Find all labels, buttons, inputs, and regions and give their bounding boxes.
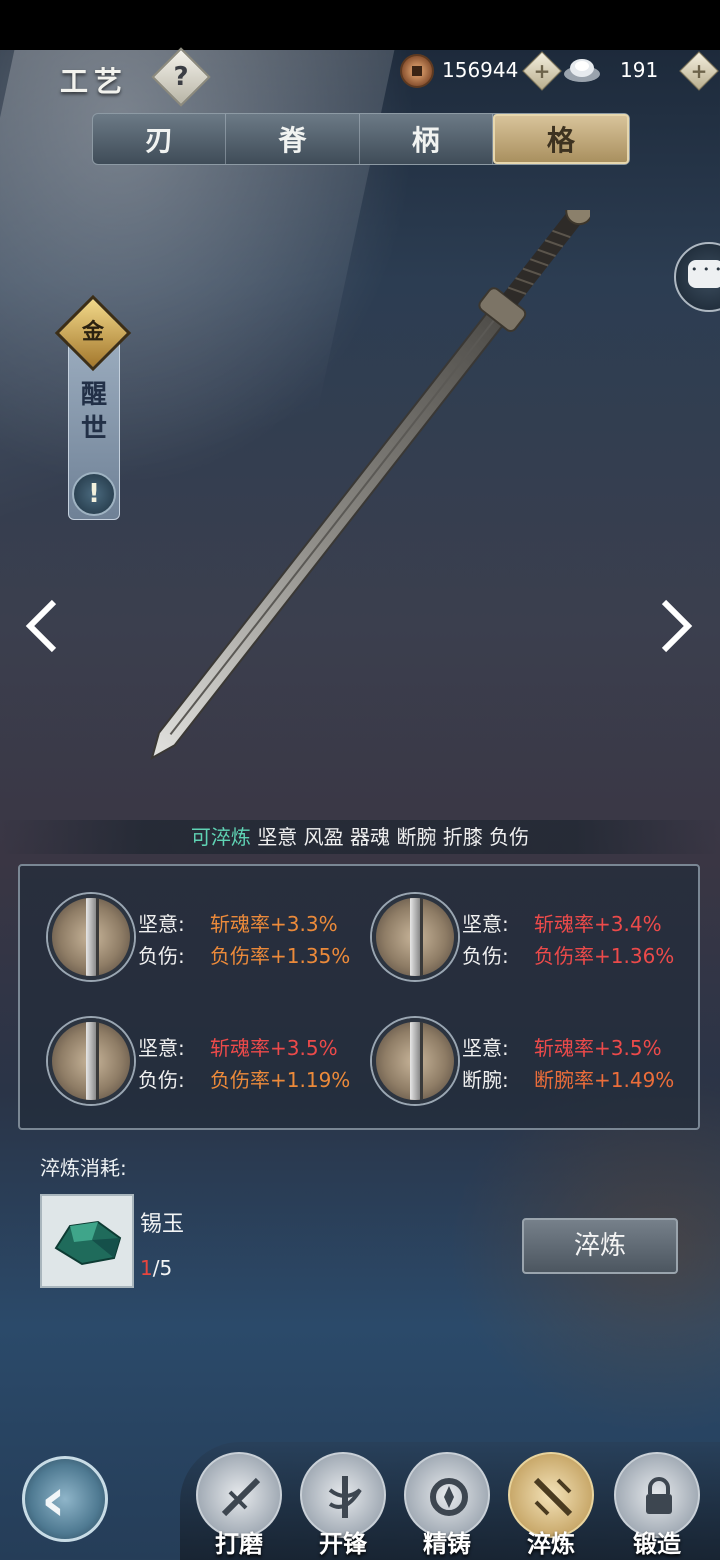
plus-icon: + (690, 59, 708, 83)
cost-label: 淬炼消耗: (40, 1156, 127, 1180)
material-have: 1 (140, 1256, 153, 1280)
stat-value: 负伤率+1.35% (210, 944, 351, 968)
nav-temper[interactable]: 淬炼 (506, 1452, 596, 1560)
chevron-left-icon (25, 599, 57, 653)
option-line: 坚意: 斩魂率+3.5% (138, 1032, 338, 1061)
refinable-label: 可淬炼 (190, 825, 251, 849)
option-card[interactable]: 坚意: 斩魂率+3.5% 断腕: 断腕率+1.49% (346, 1002, 674, 1108)
material-name: 锡玉 (140, 1212, 185, 1237)
stat-value: 负伤率+1.36% (534, 944, 675, 968)
option-line: 负伤: 负伤率+1.36% (462, 940, 674, 969)
add-silver-button[interactable]: + (679, 51, 719, 91)
nav-sharpen[interactable]: 开锋 (298, 1452, 388, 1560)
nav-label: 精铸 (423, 1530, 471, 1558)
status-bar (0, 0, 720, 50)
help-button[interactable]: ? (151, 47, 211, 107)
stat-value: 断腕率+1.49% (534, 1068, 675, 1092)
material-slot[interactable] (40, 1194, 134, 1288)
sword-model (150, 210, 590, 761)
question-icon: ? (173, 62, 189, 92)
stat-value: 斩魂率+3.5% (210, 1036, 338, 1060)
option-icon (48, 1018, 134, 1104)
back-arrow-icon: ‹ (41, 1465, 66, 1535)
traits-list: 坚意 风盈 器魂 断腕 折膝 负伤 (250, 825, 530, 849)
material-need: /5 (152, 1256, 173, 1280)
back-button[interactable]: ‹ (22, 1456, 108, 1542)
prev-weapon-button[interactable] (22, 598, 62, 654)
nav-forge[interactable]: 锻造 (612, 1452, 702, 1560)
refine-options-panel: 坚意: 斩魂率+3.3% 负伤: 负伤率+1.35% 坚意: 斩魂率+3.4% 负伤:… (18, 864, 700, 1130)
stat-name: 坚意: (462, 912, 509, 936)
stat-value: 斩魂率+3.5% (534, 1036, 662, 1060)
info-button[interactable]: ! (72, 472, 116, 516)
option-icon (372, 894, 458, 980)
weapon-name: 醒世 (80, 380, 107, 444)
nav-cast[interactable]: 精铸 (402, 1452, 492, 1560)
silver-ingot-icon (564, 59, 600, 82)
rank-badge-label: 金 (81, 320, 104, 345)
part-tabs: 刃 脊 柄 格 (92, 113, 630, 165)
stat-value: 负伤率+1.19% (210, 1068, 351, 1092)
option-card[interactable]: 坚意: 斩魂率+3.3% 负伤: 负伤率+1.35% (22, 878, 350, 984)
stat-name: 坚意: (462, 1036, 509, 1060)
stat-name: 坚意: (138, 1036, 185, 1060)
tab-blade[interactable]: 刃 (93, 114, 227, 164)
stat-name: 负伤: (462, 944, 509, 968)
nav-label: 淬炼 (527, 1530, 575, 1558)
tab-spine[interactable]: 脊 (226, 114, 360, 164)
tab-guard[interactable]: 格 (492, 114, 629, 164)
refine-button[interactable]: 淬炼 (522, 1218, 678, 1274)
silver-value: 191 (620, 58, 659, 82)
traits-line: 可淬炼 坚意 风盈 器魂 断腕 折膝 负伤 (0, 820, 720, 854)
chat-icon (688, 260, 720, 288)
jade-gem-icon (54, 1220, 122, 1266)
stat-name: 负伤: (138, 944, 185, 968)
next-weapon-button[interactable] (656, 598, 696, 654)
option-icon (372, 1018, 458, 1104)
copper-coin-icon (400, 54, 434, 88)
option-icon (48, 894, 134, 980)
option-line: 负伤: 负伤率+1.35% (138, 940, 350, 969)
chevron-right-icon (661, 599, 693, 653)
stat-name: 负伤: (138, 1068, 185, 1092)
nav-grind[interactable]: 打磨 (194, 1452, 284, 1560)
option-card[interactable]: 坚意: 斩魂率+3.4% 负伤: 负伤率+1.36% (346, 878, 674, 984)
page-title: 工艺 (60, 65, 129, 98)
option-line: 坚意: 斩魂率+3.4% (462, 908, 662, 937)
nav-label: 锻造 (633, 1530, 681, 1558)
plus-icon: + (533, 59, 551, 83)
stat-name: 坚意: (138, 912, 185, 936)
option-card[interactable]: 坚意: 斩魂率+3.5% 负伤: 负伤率+1.19% (22, 1002, 350, 1108)
material-count: 1/5 (140, 1256, 172, 1280)
option-line: 坚意: 斩魂率+3.3% (138, 908, 338, 937)
tab-hilt[interactable]: 柄 (360, 114, 493, 164)
nav-label: 开锋 (319, 1530, 367, 1558)
stat-value: 斩魂率+3.4% (534, 912, 662, 936)
chat-button[interactable] (674, 242, 720, 312)
nav-label: 打磨 (215, 1530, 263, 1558)
add-copper-button[interactable]: + (522, 51, 562, 91)
option-line: 断腕: 断腕率+1.49% (462, 1064, 674, 1093)
option-line: 负伤: 负伤率+1.19% (138, 1064, 350, 1093)
stat-name: 断腕: (462, 1068, 509, 1092)
copper-value: 156944 (442, 58, 519, 82)
stat-value: 斩魂率+3.3% (210, 912, 338, 936)
option-line: 坚意: 斩魂率+3.5% (462, 1032, 662, 1061)
